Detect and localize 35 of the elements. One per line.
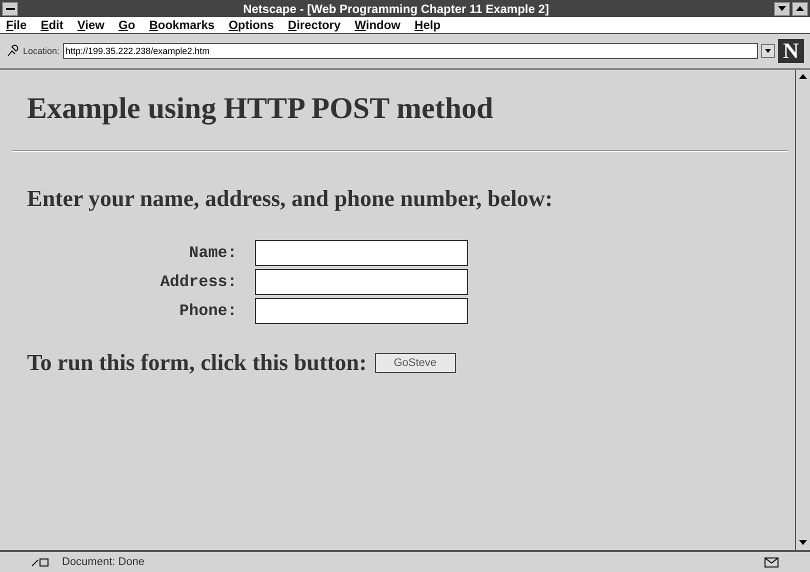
field-label: Name: [188,244,237,262]
form-prompt: Enter your name, address, and phone number, below: [27,186,554,212]
menu-item[interactable]: Edit [40,18,64,32]
status-text: Document: Done [62,556,146,568]
field-label: Address: [159,273,237,291]
down-arrow-icon[interactable] [799,540,807,546]
window-title: Netscape - [Web Programming Chapter 11 Example 2] [242,2,550,16]
menu-item[interactable]: File [6,18,27,32]
down-arrow-icon [765,48,771,54]
menu-item[interactable]: Bookmarks [149,18,215,32]
menu-item[interactable]: Options [228,18,274,32]
minimize-button[interactable] [774,2,790,16]
netscape-logo: N [778,39,804,63]
up-arrow-icon[interactable] [799,74,807,80]
submit-button[interactable]: GoSteve [374,353,456,373]
vertical-scrollbar[interactable] [795,70,810,550]
menu-item[interactable]: Help [414,18,441,32]
menu-item[interactable]: Go [118,18,136,32]
system-menu-button[interactable] [2,2,18,16]
input-field[interactable] [255,269,468,295]
mail-icon[interactable] [764,556,780,568]
up-arrow-icon [796,6,804,12]
menu-item[interactable]: View [77,18,105,32]
maximize-button[interactable] [792,2,808,16]
field-label: Phone: [178,302,237,320]
dropdown-button[interactable] [761,44,775,58]
location-label: Location: [23,46,60,56]
menu-item[interactable]: Window [354,18,401,32]
menu-item[interactable]: Directory [288,18,341,32]
run-instruction: To run this form, click this button: [27,350,367,376]
input-field[interactable] [255,240,468,266]
down-arrow-icon [778,6,786,12]
page-heading: Example using HTTP POST method [27,92,494,126]
input-field[interactable] [255,298,468,324]
location-field[interactable]: http://199.35.222.238/example2.htm [62,43,758,59]
